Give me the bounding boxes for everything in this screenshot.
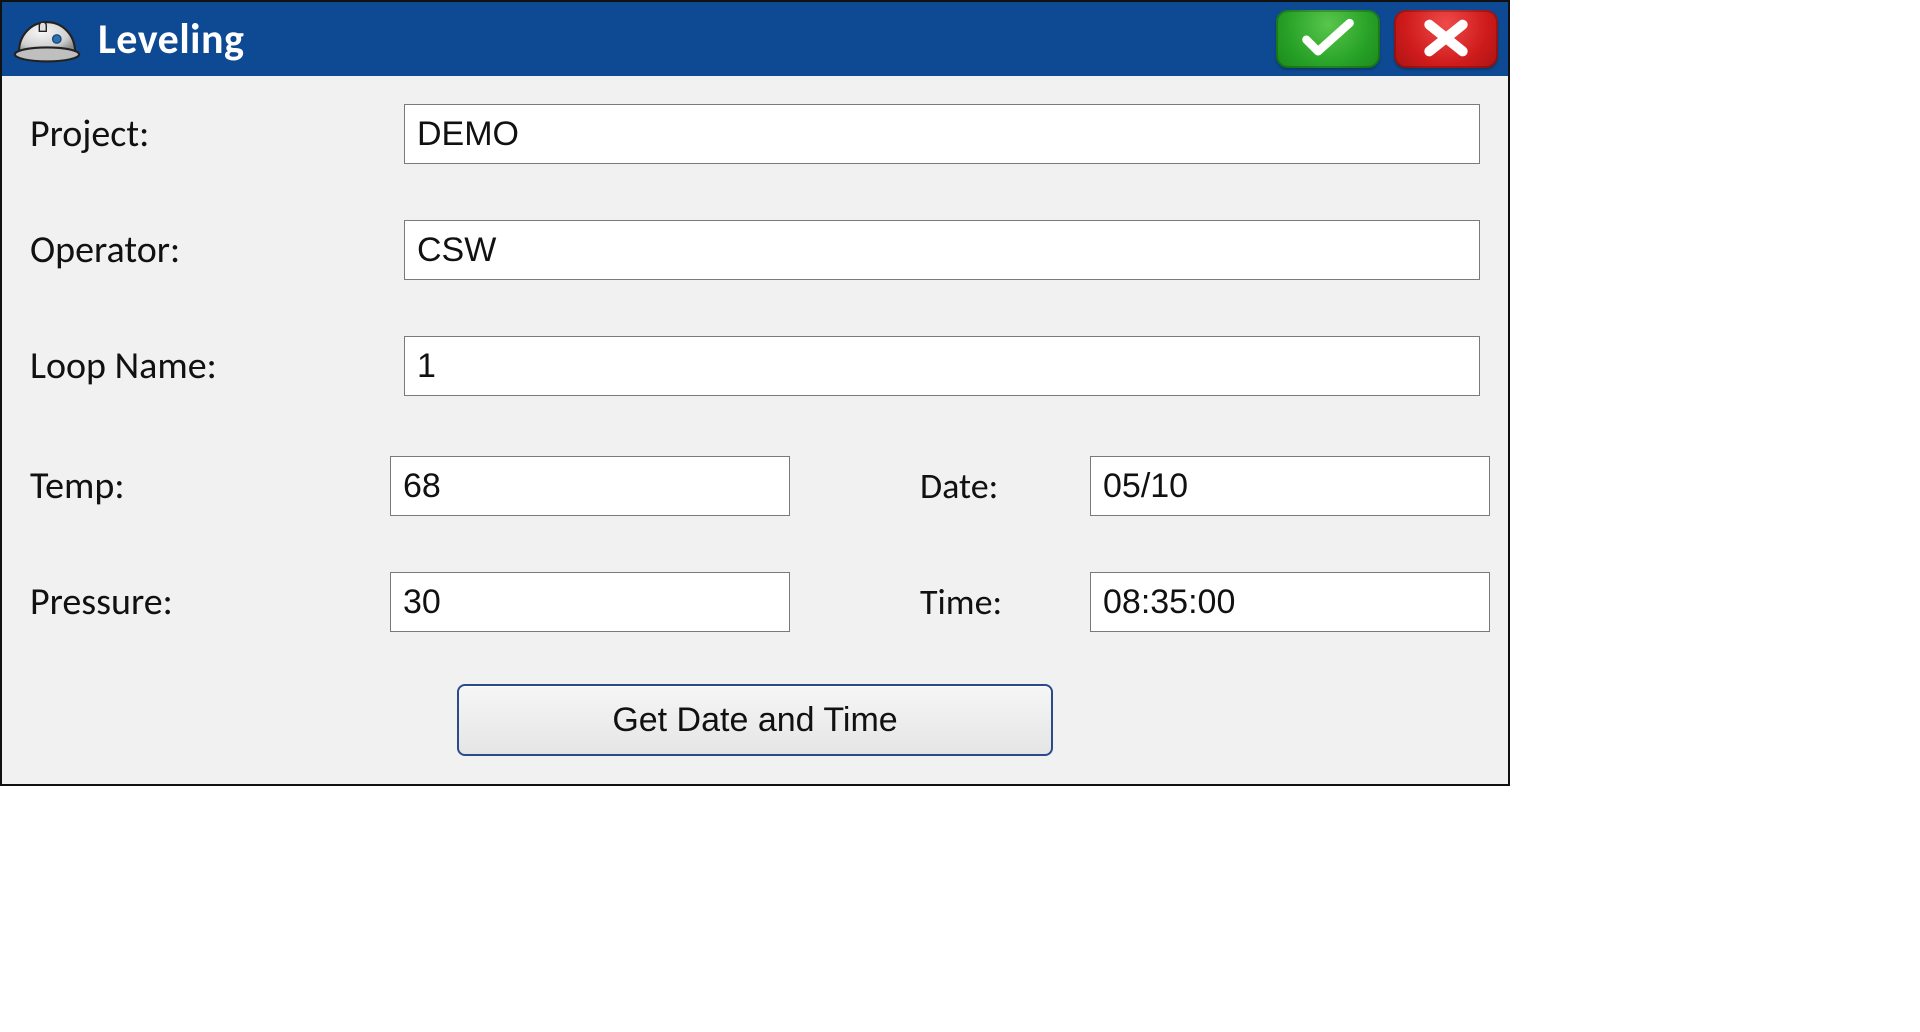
row-temp-date: Temp: Date: xyxy=(30,456,1480,516)
title-left: Leveling xyxy=(12,11,1260,67)
row-operator: Operator: xyxy=(30,220,1480,280)
loop-name-label: Loop Name: xyxy=(30,343,390,389)
time-label: Time: xyxy=(790,580,1090,624)
row-loop-name: Loop Name: xyxy=(30,336,1480,396)
loop-name-input[interactable] xyxy=(404,336,1480,396)
titlebar: Leveling xyxy=(2,2,1508,76)
date-label: Date: xyxy=(790,464,1090,508)
cancel-button[interactable] xyxy=(1394,10,1498,68)
row-project: Project: xyxy=(30,104,1480,164)
form-area: Project: Operator: Loop Name: Temp: Date… xyxy=(2,76,1508,784)
leveling-dialog: Leveling Project: Operator: Loop xyxy=(0,0,1510,786)
pressure-input[interactable] xyxy=(390,572,790,632)
page-title: Leveling xyxy=(98,14,244,65)
x-icon xyxy=(1418,18,1474,61)
date-input[interactable] xyxy=(1090,456,1490,516)
project-input[interactable] xyxy=(404,104,1480,164)
ok-button[interactable] xyxy=(1276,10,1380,68)
temp-label: Temp: xyxy=(30,463,390,509)
operator-label: Operator: xyxy=(30,227,390,273)
temp-input[interactable] xyxy=(390,456,790,516)
get-date-time-button[interactable]: Get Date and Time xyxy=(457,684,1053,756)
checkmark-icon xyxy=(1300,18,1356,61)
project-label: Project: xyxy=(30,111,390,157)
row-pressure-time: Pressure: Time: xyxy=(30,572,1480,632)
hardhat-icon xyxy=(12,11,82,67)
operator-input[interactable] xyxy=(404,220,1480,280)
row-get-date-time: Get Date and Time xyxy=(30,684,1480,756)
title-buttons xyxy=(1276,10,1498,68)
pressure-label: Pressure: xyxy=(30,579,390,625)
time-input[interactable] xyxy=(1090,572,1490,632)
